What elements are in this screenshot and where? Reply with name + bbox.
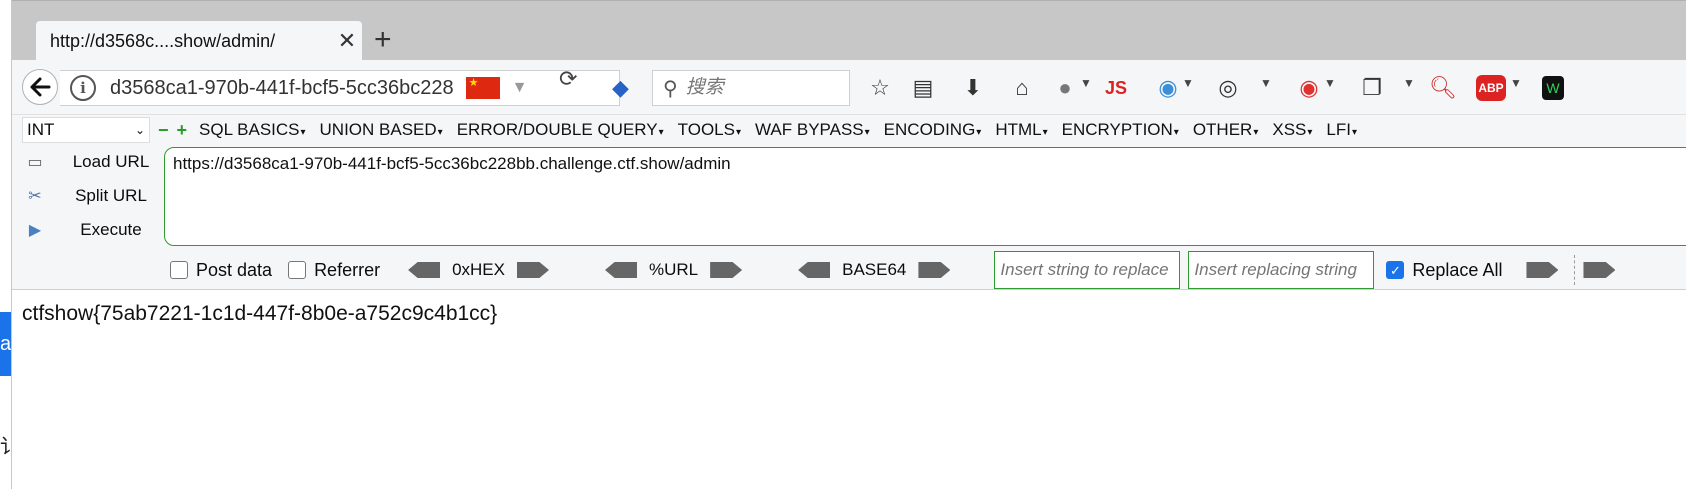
desktop-glyph: 讠 <box>0 436 12 458</box>
search-icon: ⚲ <box>663 77 678 100</box>
load-url-icon: ▭ <box>27 154 43 171</box>
desktop-selected-item[interactable]: a <box>0 312 11 376</box>
menu-xss[interactable]: XSS <box>1272 120 1312 140</box>
browser-window: http://d3568c....show/admin/ ✕ + i d3568… <box>12 0 1686 489</box>
post-data-label: Post data <box>196 259 273 280</box>
dropdown-arrow-icon[interactable]: ▼ <box>1080 76 1092 90</box>
replace-all-checkbox[interactable]: ✓ Replace All <box>1386 260 1502 281</box>
dropdown-arrow-icon[interactable]: ▼ <box>1510 76 1522 90</box>
post-data-checkbox[interactable]: Post data <box>170 260 272 281</box>
red-extension-icon[interactable]: ◉ <box>1296 74 1322 102</box>
globe-extension-icon[interactable]: ● <box>1052 74 1078 102</box>
execute-button[interactable]: ▶ Execute <box>24 213 164 247</box>
tab-admin[interactable]: http://d3568c....show/admin/ ✕ <box>36 21 362 61</box>
reading-list-icon[interactable]: ▤ <box>910 74 936 102</box>
replace-arrow-icon[interactable] <box>1526 262 1559 278</box>
hackbar-actions: ▭ Load URL ✂ Split URL ▶ Execute <box>24 145 164 247</box>
extension-bird-icon[interactable]: ◆ <box>612 74 629 102</box>
hex-label: 0xHEX <box>452 260 505 279</box>
execute-label: Execute <box>80 220 142 239</box>
cookie-icon[interactable]: ◎ <box>1215 74 1241 102</box>
nav-toolbar: i d3568ca1-970b-441f-bcf5-5cc36bc228 ▼ ⟳… <box>12 60 1686 115</box>
post-data-box[interactable] <box>170 261 188 279</box>
url-bar[interactable]: i d3568ca1-970b-441f-bcf5-5cc36bc228 ▼ <box>60 70 620 106</box>
reload-icon[interactable]: ⟳ <box>559 66 577 92</box>
js-extension-icon[interactable]: JS <box>1102 74 1130 102</box>
hackbar-menu: INT ⌄ − + SQL BASICS UNION BASED ERROR/D… <box>12 115 1686 145</box>
magnifier-extension-icon[interactable]: 🔍︎ <box>1429 74 1457 102</box>
minus-icon[interactable]: − <box>158 120 169 141</box>
base64-decode-arrow-icon[interactable] <box>798 262 831 278</box>
menu-encryption[interactable]: ENCRYPTION <box>1062 120 1179 140</box>
star-bookmark-icon[interactable]: ☆ <box>867 74 893 102</box>
menu-other[interactable]: OTHER <box>1193 120 1259 140</box>
url-textarea[interactable]: https://d3568ca1-970b-441f-bcf5-5cc36bc2… <box>164 147 1686 246</box>
referrer-label: Referrer <box>314 259 381 280</box>
desktop-item-label: a <box>0 333 11 355</box>
base64-encoder: BASE64 <box>786 260 962 280</box>
replace-all-arrow-icon[interactable] <box>1583 262 1616 278</box>
play-icon: ▶ <box>28 222 42 239</box>
url-encoder: %URL <box>593 260 754 280</box>
hex-encode-arrow-icon[interactable] <box>517 262 549 278</box>
menu-lfi[interactable]: LFI <box>1326 120 1357 140</box>
menu-sql-basics[interactable]: SQL BASICS <box>199 120 306 140</box>
menu-encoding[interactable]: ENCODING <box>884 120 982 140</box>
download-icon[interactable]: ⬇ <box>960 74 986 102</box>
replace-string-input[interactable] <box>994 251 1181 289</box>
base64-encode-arrow-icon[interactable] <box>918 262 951 278</box>
hackbar-options-row: Post data Referrer 0xHEX %URL BASE64 Ins… <box>170 251 1686 289</box>
menu-tools[interactable]: TOOLS <box>678 120 741 140</box>
desktop-edge: a 讠 <box>0 0 12 489</box>
search-box[interactable]: ⚲ <box>652 70 850 106</box>
shield-extension-icon[interactable]: W <box>1542 76 1564 100</box>
replacing-string-input[interactable] <box>1188 251 1375 289</box>
new-tab-icon[interactable]: + <box>374 25 392 55</box>
url-encode-arrow-icon[interactable] <box>710 262 743 278</box>
info-icon[interactable]: i <box>70 75 96 101</box>
tab-title: http://d3568c....show/admin/ <box>50 30 276 51</box>
search-input[interactable] <box>685 77 836 99</box>
checkmark-icon[interactable]: ✓ <box>1386 261 1405 279</box>
menu-waf-bypass[interactable]: WAF BYPASS <box>755 120 870 140</box>
page-content: ctfshow{75ab7221-1c1d-447f-8b0e-a752c9c4… <box>22 302 498 325</box>
adblock-plus-icon[interactable]: ABP <box>1476 75 1506 101</box>
replace-all-label: Replace All <box>1412 259 1503 280</box>
url-decode-arrow-icon[interactable] <box>605 262 637 278</box>
menu-union-based[interactable]: UNION BASED <box>320 120 443 140</box>
dropdown-arrow-icon[interactable]: ▼ <box>1260 76 1272 90</box>
menu-error-double-query[interactable]: ERROR/DOUBLE QUERY <box>457 120 664 140</box>
hackbar-menu-items: SQL BASICS UNION BASED ERROR/DOUBLE QUER… <box>199 120 1371 140</box>
divider <box>1574 255 1576 285</box>
split-url-button[interactable]: ✂ Split URL <box>24 179 164 213</box>
load-url-button[interactable]: ▭ Load URL <box>24 145 164 179</box>
home-icon[interactable]: ⌂ <box>1009 74 1035 102</box>
hackbar-panel: INT ⌄ − + SQL BASICS UNION BASED ERROR/D… <box>12 115 1686 290</box>
colorful-extension-icon[interactable]: ◉ <box>1155 74 1181 102</box>
referrer-box[interactable] <box>288 261 307 279</box>
dropdown-arrow-icon[interactable]: ▼ <box>1403 76 1415 90</box>
hex-encoder: 0xHEX <box>396 260 561 280</box>
dropdown-arrow-icon[interactable]: ▼ <box>1182 76 1194 90</box>
load-url-label: Load URL <box>72 152 150 171</box>
hex-decode-arrow-icon[interactable] <box>408 262 441 278</box>
type-select-value: INT <box>27 120 55 139</box>
china-flag-icon <box>465 76 500 99</box>
scissors-icon: ✂ <box>28 188 42 205</box>
back-arrow-icon[interactable] <box>22 69 58 105</box>
menu-html[interactable]: HTML <box>995 120 1047 140</box>
referrer-checkbox[interactable]: Referrer <box>288 260 380 281</box>
copy-pages-icon[interactable]: ❐ <box>1359 74 1385 102</box>
dropdown-arrow-icon[interactable]: ▼ <box>512 79 528 97</box>
base64-label: BASE64 <box>842 260 907 279</box>
url-text[interactable]: d3568ca1-970b-441f-bcf5-5cc36bc228 <box>110 77 454 100</box>
close-icon[interactable]: ✕ <box>332 28 362 54</box>
split-url-label: Split URL <box>75 186 147 205</box>
url-enc-label: %URL <box>649 260 699 279</box>
dropdown-arrow-icon[interactable]: ▼ <box>1324 76 1336 90</box>
plus-icon[interactable]: + <box>177 120 188 141</box>
tab-strip: http://d3568c....show/admin/ ✕ + <box>12 0 1686 61</box>
chevron-down-icon: ⌄ <box>134 123 145 137</box>
type-select[interactable]: INT ⌄ <box>22 117 150 143</box>
